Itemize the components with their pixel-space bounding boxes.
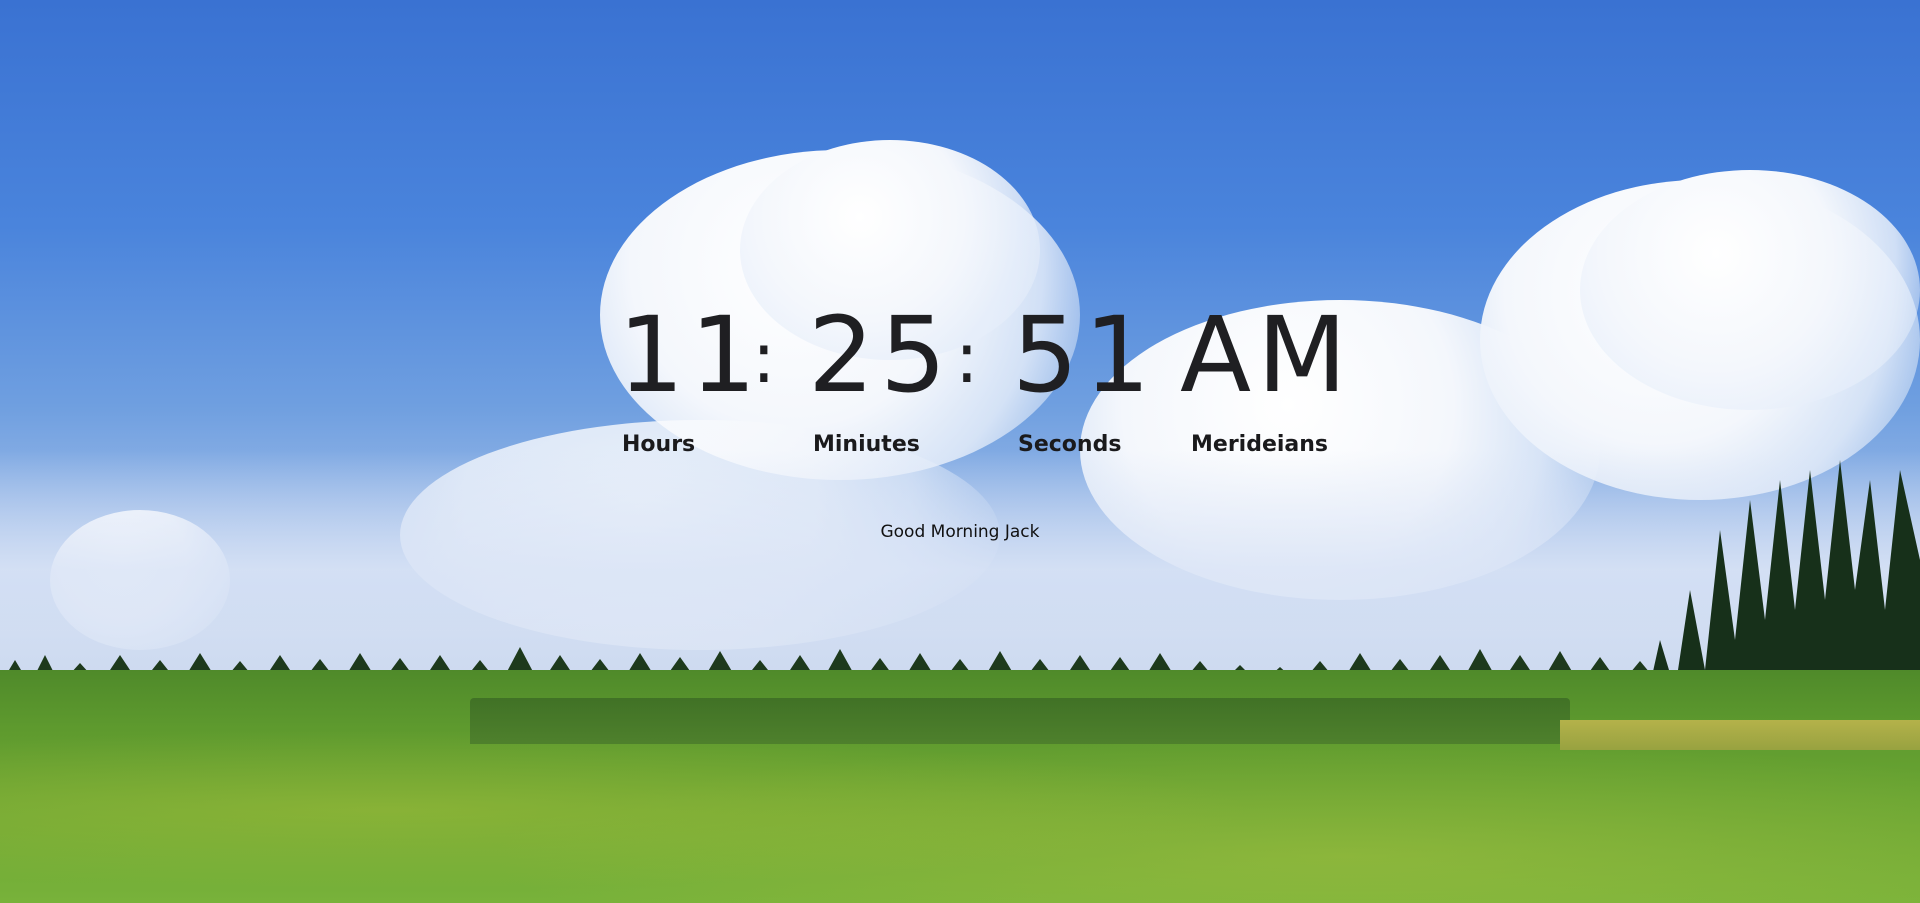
clock-labels: Hours Miniutes Seconds Merideians xyxy=(0,432,1920,462)
clock-separator: : xyxy=(955,317,979,399)
wheat-strip xyxy=(1560,720,1920,750)
crop-rows xyxy=(470,698,1570,744)
greeting-message: Good Morning Jack xyxy=(880,522,1040,542)
clock-separator: : xyxy=(752,317,776,399)
label-meridian: Merideians xyxy=(1191,432,1329,457)
clock-meridian: AM xyxy=(1180,294,1353,416)
clock-seconds: 51 xyxy=(1012,294,1157,416)
clock-hours: 11 xyxy=(618,294,763,416)
label-seconds: Seconds xyxy=(1018,432,1122,457)
clock-minutes: 25 xyxy=(808,294,953,416)
clock-display: 11 : 25 : 51 AM xyxy=(0,300,1920,410)
label-hours: Hours xyxy=(622,432,696,457)
label-minutes: Miniutes xyxy=(813,432,920,457)
